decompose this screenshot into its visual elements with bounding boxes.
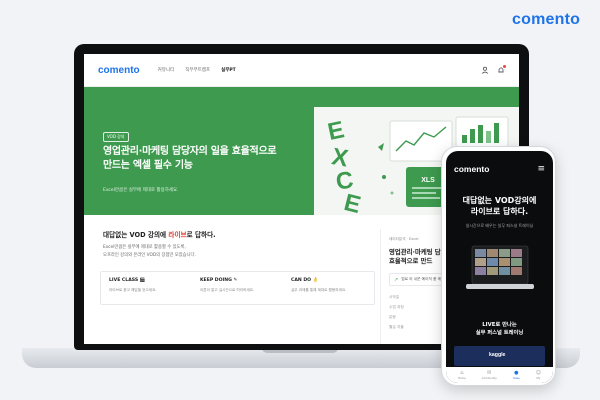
feature-keep-doing: KEEP DOING ✎ 이론이 알고 실시간으로 따라하세요. — [200, 278, 255, 292]
phone-title: 대답없는 VOD강의에 라이브로 답하다. — [462, 196, 537, 216]
phone-logo[interactable]: comento — [454, 164, 489, 174]
hero-title: 영업관리·마케팅 담당자의 일을 효율적으로 만드는 엑셀 필수 기능 — [103, 145, 333, 172]
feature-live-class: LIVE CLASS 🎬 라이브로 묻고 해답을 얻으세요. — [109, 278, 157, 292]
intro-title-accent: 라이브 — [168, 231, 187, 239]
phone-frame: comento ≡ 대답없는 VOD강의에 라이브로 답하다. 실시간으로 배우… — [441, 146, 556, 386]
hero-title-line: 영업관리·마케팅 담당자의 일을 효율적으로 — [103, 146, 277, 157]
bell-icon[interactable] — [497, 65, 506, 74]
nav-icons — [481, 65, 506, 74]
phone-live-heading: LIVE로 만나는 실무 퍼스널 트레이닝 — [475, 322, 524, 336]
menu-icon[interactable]: ≡ — [537, 164, 545, 174]
feature-box: LIVE CLASS 🎬 라이브로 묻고 해답을 얻으세요. KEEP DOIN… — [100, 271, 375, 305]
kaggle-banner[interactable]: kaggle — [454, 346, 545, 366]
intro-title: 대답없는 VOD 강의에 라이브로 답하다. — [103, 231, 216, 239]
tab-my[interactable]: ☺ My — [535, 369, 541, 380]
xls-card-label: XLS — [421, 177, 435, 184]
user-icon: ☺ — [535, 369, 541, 376]
phone-screen: comento ≡ 대답없는 VOD강의에 라이브로 답하다. 실시간으로 배우… — [446, 151, 553, 383]
chat-icon: ✉ — [487, 369, 492, 376]
hero-title-line: 만드는 엑셀 필수 기능 — [103, 159, 193, 171]
nav-link-community[interactable]: 커뮤니티 — [158, 67, 175, 73]
trend-icon: ↗ — [394, 276, 399, 283]
intro-line: Excel만큼은 실무에 제대로 활용할 수 있도록, — [103, 245, 186, 250]
intro-line: 오프라인 강의와 온라인 VOD의 장점만 모았습니다. — [103, 253, 196, 258]
phone-header: comento ≡ — [446, 161, 553, 177]
phone-subtitle: 실시간으로 배우는 실무 퍼스널 트레이닝 — [465, 223, 534, 228]
class-icon: ● — [514, 369, 519, 376]
nav-link-pt[interactable]: 실무PT — [221, 67, 236, 73]
video-call-laptop-image — [466, 245, 534, 289]
tab-community[interactable]: ✉ Community — [482, 369, 497, 380]
tab-home[interactable]: ⌂ Home — [458, 369, 466, 380]
feature-can-do: CAN DO 👌 실무 과제를 통해 제대로 활용하세요. — [291, 278, 347, 292]
phone-tab-bar: ⌂ Home ✉ Community ● Class ☺ My — [446, 367, 553, 383]
site-logo[interactable]: comento — [98, 65, 140, 76]
brand-logo[interactable]: comento — [512, 11, 580, 29]
user-icon[interactable] — [481, 66, 489, 74]
hero-subtitle: Excel만큼은 실무에 제대로 활용하세요. — [103, 188, 179, 193]
kaggle-banner-text: kaggle — [489, 352, 506, 358]
nav-link-bootcamp[interactable]: 직무부트캠프 — [185, 67, 210, 73]
site-nav: comento 커뮤니티 직무부트캠프 실무PT — [84, 54, 519, 87]
hero-badge: VOD 강의 — [103, 132, 129, 142]
tab-class[interactable]: ● Class — [513, 369, 520, 380]
home-icon: ⌂ — [460, 369, 464, 376]
notification-dot — [503, 65, 506, 68]
